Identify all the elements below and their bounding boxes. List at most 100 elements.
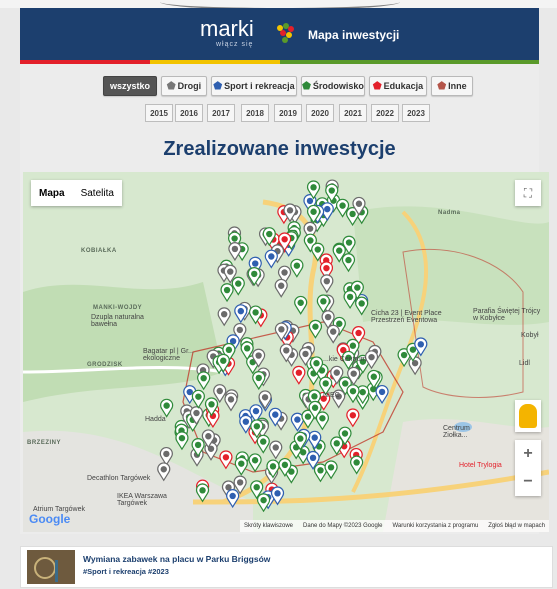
news-title[interactable]: Wymiana zabawek na placu w Parku Briggsó…: [83, 554, 270, 564]
filter-other[interactable]: ⬟ Inne: [431, 76, 473, 96]
marker-dot: [342, 380, 349, 387]
marker-dot: [293, 262, 301, 269]
marker-dot: [220, 310, 228, 318]
place-bagatar[interactable]: Bagatar pl | Gr... ekologiczne: [143, 348, 213, 362]
marker-dot: [295, 369, 303, 376]
news-thumbnail: [27, 550, 75, 584]
marker-dot: [333, 440, 340, 447]
place-parafia[interactable]: Parafia Świętej Trójcy w Kobyłce: [473, 308, 547, 322]
marker-dot: [243, 345, 251, 352]
marker-dot: [349, 412, 357, 419]
map-attribution: Skróty klawiszowe Dane do Mapy ©2023 Goo…: [239, 520, 549, 532]
marker-dot: [327, 464, 335, 471]
marker-dot: [281, 461, 289, 469]
zoom-control: + −: [515, 440, 541, 496]
road-icon: ⬟: [166, 80, 176, 92]
terms-link[interactable]: Warunki korzystania z programu: [392, 523, 478, 529]
marker-dot: [322, 380, 329, 387]
filter-environment[interactable]: ⬟ Środowisko: [301, 76, 365, 96]
education-icon: ⬟: [372, 80, 382, 92]
marker-dot: [324, 205, 331, 213]
tree-icon: ⬟: [302, 80, 311, 92]
place-manki: MANKI-WOJDY: [93, 305, 143, 311]
marker-dot: [378, 388, 386, 396]
news-card[interactable]: Wymiana zabawek na placu w Parku Briggsó…: [20, 546, 553, 588]
maptype-satellite-button[interactable]: Satelita: [73, 180, 122, 206]
place-hotel[interactable]: Hotel Trylogia: [459, 462, 502, 469]
marker-dot: [252, 309, 259, 316]
zoom-in-button[interactable]: +: [515, 440, 541, 468]
marker-dot: [311, 404, 319, 411]
marki-logo[interactable]: marki: [200, 16, 254, 42]
marker-dot: [312, 323, 319, 330]
marker-dot: [345, 239, 353, 246]
filter-roads-label: Drogi: [177, 81, 202, 91]
place-cicha[interactable]: Cicha 23 | Event Place Przestrzeń Evento…: [371, 310, 471, 324]
pegman-control[interactable]: [515, 400, 541, 432]
marker-dot: [220, 357, 227, 364]
marker-dot: [339, 202, 346, 209]
year-2016[interactable]: 2016: [175, 104, 203, 122]
year-2022[interactable]: 2022: [371, 104, 399, 122]
marker-dot: [238, 460, 245, 467]
marker-dot: [222, 454, 230, 461]
marker-dot: [231, 245, 239, 253]
marker-dot: [235, 280, 242, 287]
place-decathlon[interactable]: Decathlon Targówek: [87, 475, 150, 482]
marker-dot: [208, 401, 215, 408]
year-2015[interactable]: 2015: [145, 104, 173, 122]
marker-dot: [269, 463, 277, 470]
report-link[interactable]: Zgłoś błąd w mapach: [488, 523, 545, 529]
marker-dot: [306, 197, 314, 205]
year-2021[interactable]: 2021: [339, 104, 367, 122]
marker-dot: [236, 479, 244, 486]
marker-dot: [231, 235, 238, 242]
year-2017[interactable]: 2017: [207, 104, 235, 122]
marker-dot: [336, 247, 343, 254]
marker-dot: [341, 430, 349, 437]
filter-roads[interactable]: ⬟ Drogi: [161, 76, 207, 96]
maptype-map-button[interactable]: Mapa: [31, 180, 73, 206]
marker-dot: [251, 457, 259, 464]
filter-education[interactable]: ⬟ Edukacja: [369, 76, 427, 96]
year-2020[interactable]: 2020: [306, 104, 334, 122]
place-ikea[interactable]: IKEA Warszawa Targówek: [117, 493, 187, 507]
fullscreen-icon[interactable]: ⛶: [515, 180, 541, 206]
filter-sport[interactable]: ⬟ Sport i rekreacja: [211, 76, 297, 96]
page-heading: Zrealizowane inwestycje: [163, 138, 396, 160]
marker-dot: [200, 374, 207, 382]
year-2019[interactable]: 2019: [274, 104, 302, 122]
filter-all[interactable]: wszystko: [103, 76, 157, 96]
marker-dot: [319, 415, 326, 422]
marker-dot: [324, 313, 332, 321]
marker-dot: [328, 187, 335, 194]
marker-dot: [311, 434, 318, 441]
zoom-out-button[interactable]: −: [515, 468, 541, 496]
place-hadda[interactable]: Hadda: [145, 416, 166, 423]
place-zielonka: Centrum Ziołka...: [443, 425, 470, 439]
marker-dot: [195, 393, 202, 400]
marker-dot: [302, 350, 309, 358]
year-2018[interactable]: 2018: [241, 104, 269, 122]
marker-dot: [323, 264, 330, 272]
marker-dot: [355, 329, 362, 337]
marker-dot: [311, 393, 318, 400]
marker-dot: [350, 370, 357, 377]
investment-map[interactable]: KOBIAŁKA Nadma MANKI-WOJDY GRODZISK BRZE…: [23, 172, 549, 532]
marker-dot: [251, 270, 258, 278]
shortcuts-link[interactable]: Skróty klawiszowe: [244, 523, 293, 529]
google-logo: Google: [29, 512, 71, 526]
year-2023[interactable]: 2023: [402, 104, 430, 122]
place-kobialka: KOBIAŁKA: [81, 248, 117, 254]
marker-dot: [310, 184, 317, 191]
place-dzupla[interactable]: Dzupla naturalna bawełna: [91, 314, 161, 328]
marker-dot: [268, 253, 275, 260]
marker-dot: [368, 353, 375, 361]
marker-dot: [417, 341, 424, 348]
marker-dot: [355, 200, 363, 207]
place-niec: NIEC: [323, 392, 340, 399]
pegman-icon: [519, 404, 537, 428]
marker-dot: [297, 435, 304, 442]
place-lidl[interactable]: Lidl: [519, 360, 530, 367]
marker-dot: [323, 277, 331, 285]
